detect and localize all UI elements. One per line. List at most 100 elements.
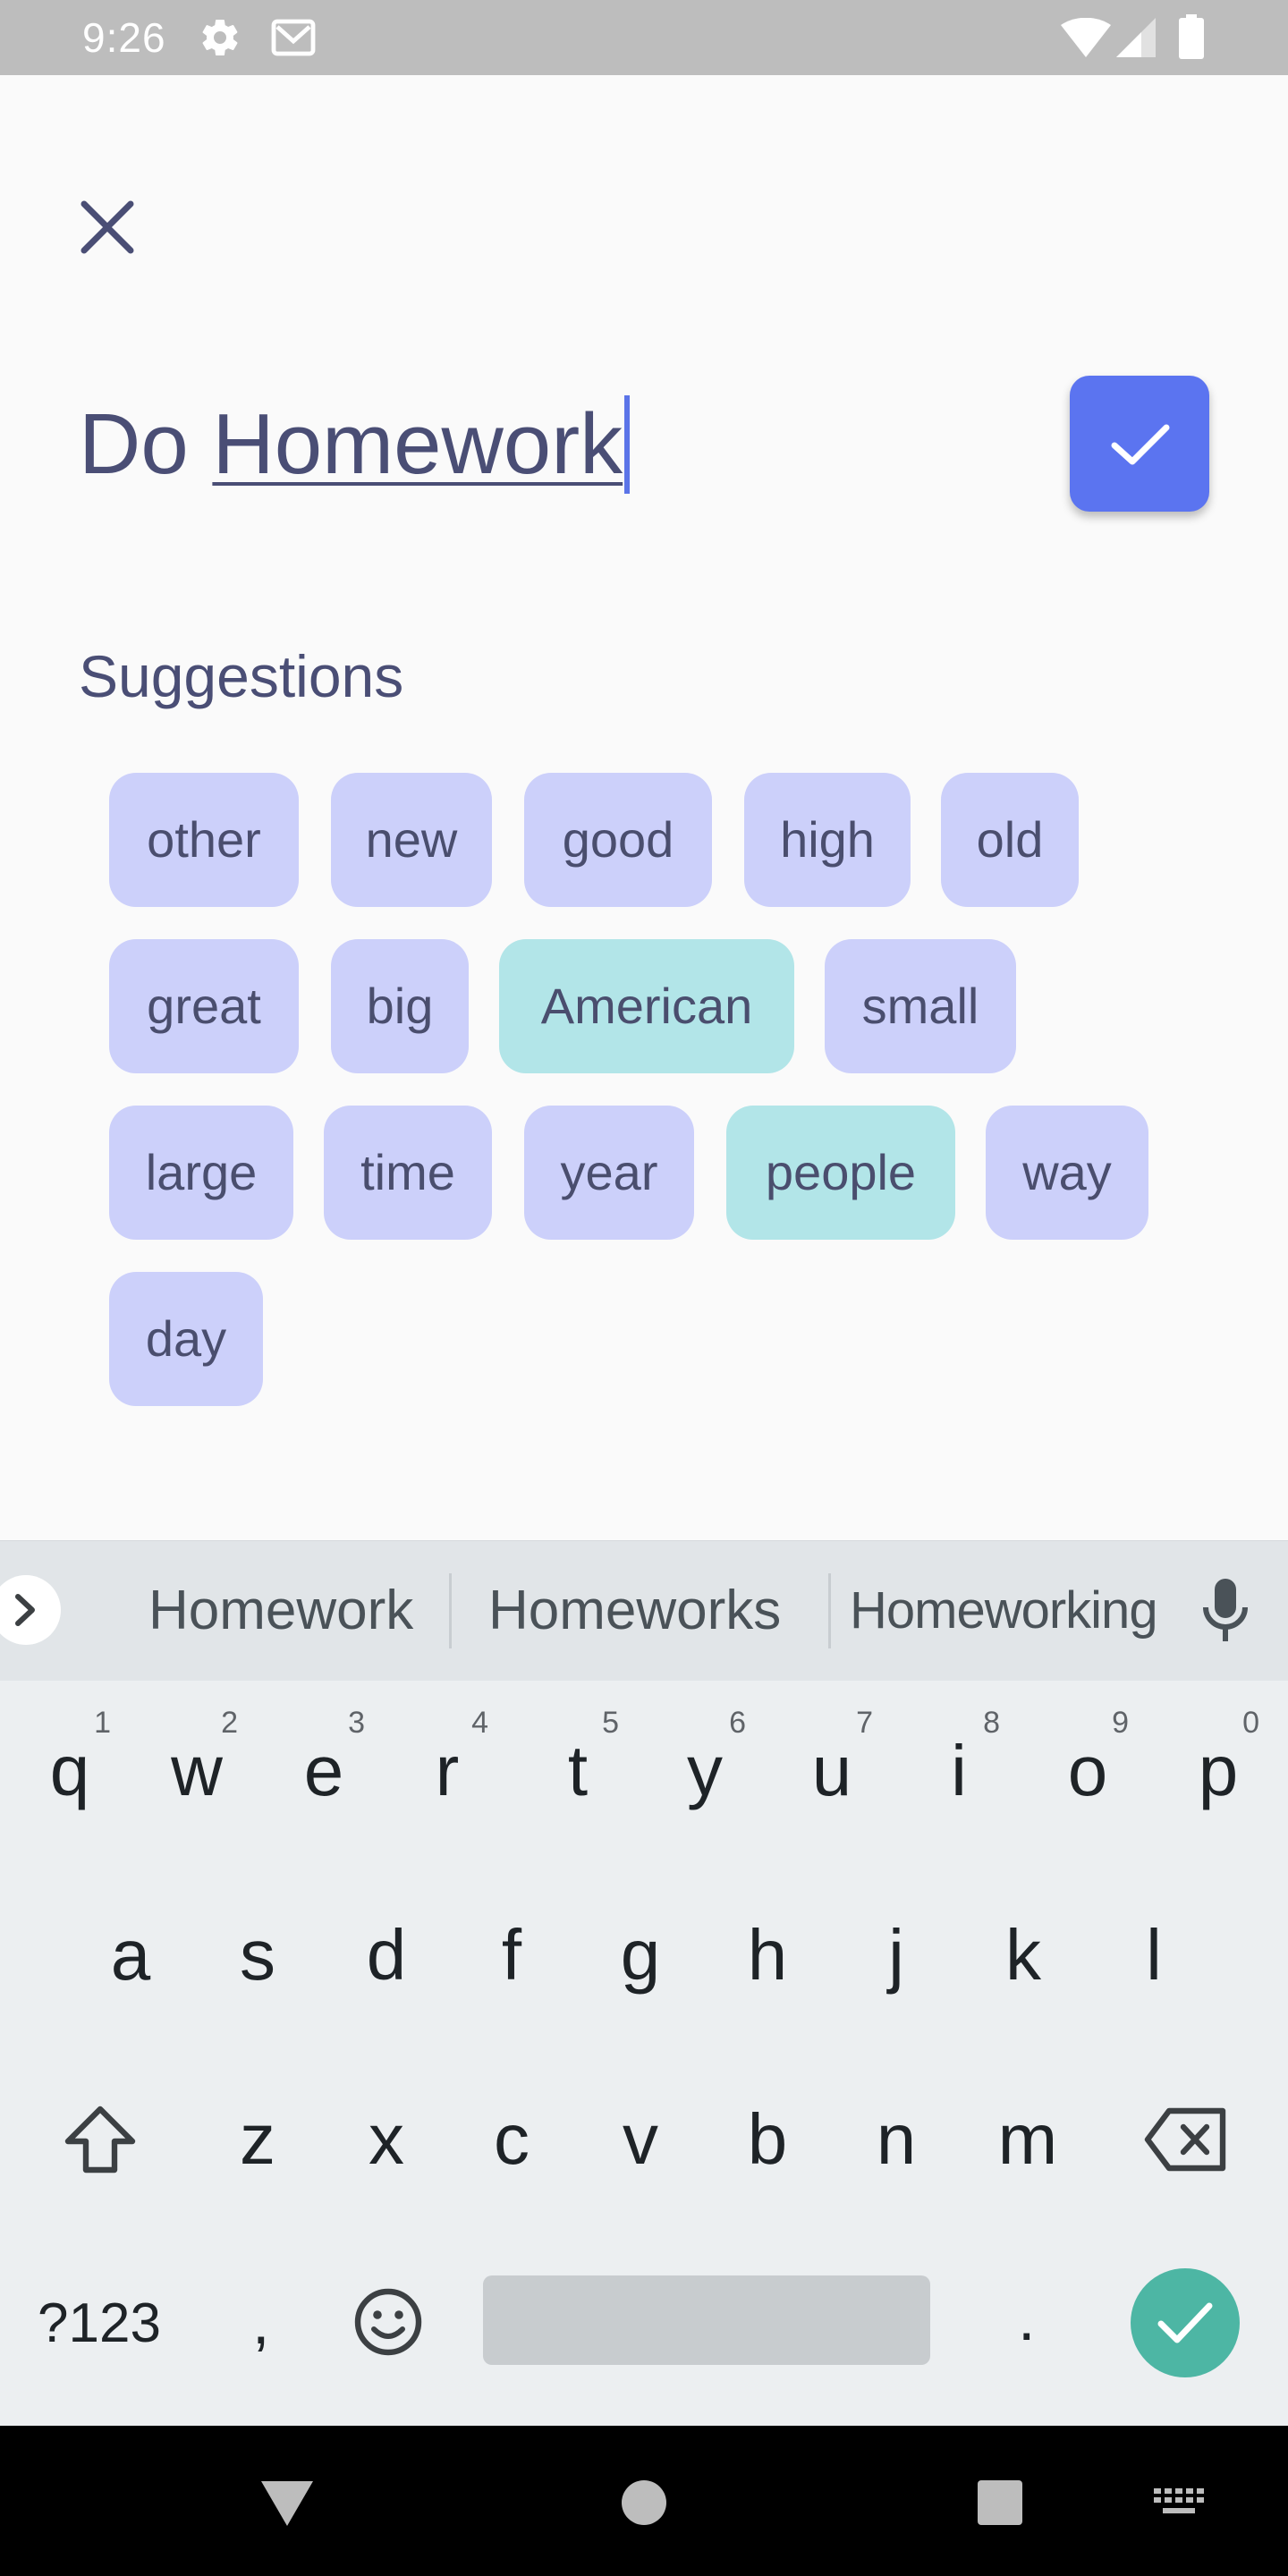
key-hint: 0	[1242, 1706, 1259, 1740]
recents-square-icon	[978, 2480, 1022, 2525]
suggestion-chip-highlighted[interactable]: people	[726, 1106, 955, 1240]
suggestion-chip[interactable]: old	[941, 773, 1079, 907]
close-button[interactable]	[72, 191, 143, 263]
key-i[interactable]: i8	[914, 1699, 1004, 1843]
suggestion-chip[interactable]: large	[109, 1106, 293, 1240]
key-m[interactable]: m	[979, 2068, 1077, 2211]
key-label: o	[1067, 1731, 1108, 1810]
key-label: y	[687, 1731, 723, 1810]
key-hint: 3	[348, 1706, 365, 1740]
key-label: q	[49, 1731, 90, 1810]
emoji-key[interactable]	[351, 2275, 426, 2373]
suggestion-chip[interactable]: time	[324, 1106, 492, 1240]
text-cursor	[624, 395, 631, 494]
comma-key[interactable]: ,	[252, 2277, 269, 2367]
home-button[interactable]	[621, 2479, 667, 2530]
suggestions-heading: Suggestions	[79, 643, 404, 709]
key-w[interactable]: w2	[152, 1699, 242, 1843]
title-composing-word: Homework	[212, 396, 623, 492]
keyboard-suggestion[interactable]: Homeworks	[488, 1579, 781, 1643]
task-title-field[interactable]: Do Homework	[79, 376, 1241, 519]
confirm-button[interactable]	[1070, 376, 1209, 512]
key-a[interactable]: a	[86, 1884, 175, 2027]
shift-key[interactable]	[55, 2068, 145, 2211]
chevron-right-icon	[15, 1594, 35, 1626]
key-r[interactable]: r4	[402, 1699, 492, 1843]
key-label: r	[435, 1731, 460, 1810]
key-p[interactable]: p0	[1174, 1699, 1263, 1843]
key-hint: 4	[471, 1706, 488, 1740]
key-t[interactable]: t5	[533, 1699, 623, 1843]
key-hint: 9	[1112, 1706, 1129, 1740]
key-u[interactable]: u7	[787, 1699, 877, 1843]
backspace-key[interactable]	[1138, 2068, 1236, 2211]
key-s[interactable]: s	[213, 1884, 302, 2027]
key-o[interactable]: o9	[1043, 1699, 1132, 1843]
key-g[interactable]: g	[596, 1884, 685, 2027]
status-bar: 9:26	[0, 0, 1288, 75]
title-prefix: Do	[79, 396, 213, 492]
keyboard-switch-button[interactable]	[1154, 2488, 1206, 2523]
space-key[interactable]	[483, 2275, 930, 2365]
suggestion-chip[interactable]: year	[524, 1106, 694, 1240]
suggestion-chip[interactable]: other	[109, 773, 299, 907]
battery-icon	[1179, 14, 1204, 64]
key-e[interactable]: e3	[279, 1699, 369, 1843]
suggestion-chip[interactable]: good	[524, 773, 712, 907]
key-v[interactable]: v	[596, 2068, 685, 2211]
key-b[interactable]: b	[723, 2068, 812, 2211]
keyboard-suggestion[interactable]: Homeworking	[850, 1579, 1158, 1643]
suggestion-divider	[449, 1573, 452, 1648]
back-button[interactable]	[259, 2479, 315, 2532]
key-k[interactable]: k	[979, 1884, 1068, 2027]
navigation-bar	[0, 2426, 1288, 2576]
back-triangle-icon	[261, 2481, 313, 2526]
wifi-icon	[1061, 17, 1111, 62]
key-n[interactable]: n	[852, 2068, 941, 2211]
check-icon	[1111, 424, 1170, 465]
mic-icon[interactable]	[1199, 1575, 1252, 1651]
suggestion-chip[interactable]: high	[744, 773, 911, 907]
keyboard-suggestion[interactable]: Homework	[148, 1579, 413, 1643]
key-hint: 1	[94, 1706, 111, 1740]
status-time: 9:26	[82, 14, 166, 61]
gear-icon	[199, 16, 242, 64]
shift-icon	[64, 2106, 136, 2174]
period-key[interactable]: .	[1018, 2274, 1035, 2363]
key-label: w	[171, 1731, 223, 1810]
key-label: t	[567, 1731, 589, 1810]
signal-icon	[1116, 18, 1156, 62]
key-f[interactable]: f	[467, 1884, 556, 2027]
close-icon	[80, 200, 134, 254]
key-l[interactable]: l	[1109, 1884, 1199, 2027]
key-hint: 8	[983, 1706, 1000, 1740]
suggestion-chip[interactable]: new	[331, 773, 492, 907]
keyboard-icon	[1154, 2488, 1204, 2513]
key-q[interactable]: q1	[25, 1699, 114, 1843]
recents-button[interactable]	[977, 2479, 1023, 2530]
suggestion-chip-highlighted[interactable]: American	[499, 939, 794, 1073]
suggestion-chip[interactable]: day	[109, 1272, 263, 1406]
mail-icon	[270, 16, 317, 64]
key-x[interactable]: x	[342, 2068, 431, 2211]
expand-toolbar-button[interactable]	[0, 1575, 61, 1645]
check-icon	[1157, 2302, 1213, 2343]
suggestion-chip[interactable]: great	[109, 939, 299, 1073]
suggestion-chip[interactable]: small	[825, 939, 1016, 1073]
suggestion-chip[interactable]: big	[331, 939, 469, 1073]
symbols-key[interactable]: ?123	[38, 2288, 161, 2360]
enter-key[interactable]	[1131, 2268, 1240, 2377]
key-label: u	[811, 1731, 852, 1810]
key-y[interactable]: y6	[660, 1699, 750, 1843]
key-d[interactable]: d	[342, 1884, 431, 2027]
key-z[interactable]: z	[213, 2068, 302, 2211]
key-h[interactable]: h	[723, 1884, 812, 2027]
key-c[interactable]: c	[467, 2068, 556, 2211]
emoji-icon	[354, 2288, 422, 2356]
suggestion-chip[interactable]: way	[986, 1106, 1148, 1240]
soft-keyboard: Homework Homeworks Homeworking q1 w2 e3 …	[0, 1540, 1288, 2426]
key-j[interactable]: j	[852, 1884, 941, 2027]
task-title-text: Do Homework	[79, 395, 631, 494]
backspace-icon	[1144, 2107, 1226, 2172]
key-hint: 5	[602, 1706, 619, 1740]
